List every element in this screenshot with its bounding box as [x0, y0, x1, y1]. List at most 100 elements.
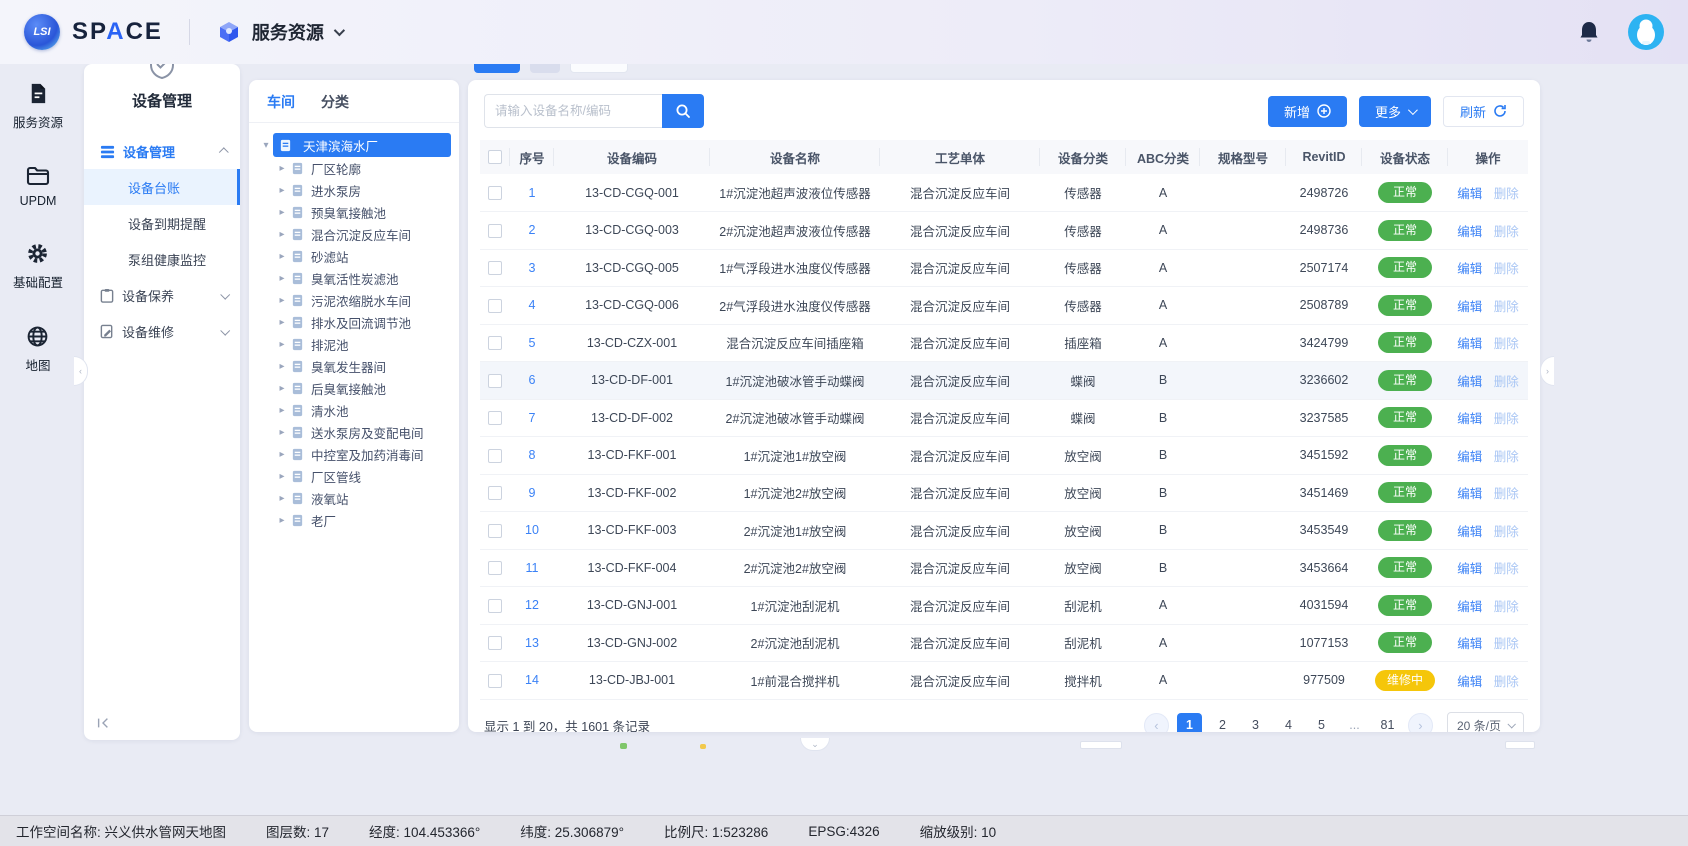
- row-number-link[interactable]: 9: [529, 486, 536, 500]
- delete-link[interactable]: 删除: [1494, 487, 1519, 501]
- delete-link[interactable]: 删除: [1494, 562, 1519, 576]
- delete-link[interactable]: 删除: [1494, 225, 1519, 239]
- table-row[interactable]: 12 13-CD-GNJ-001 1#沉淀池刮泥机 混合沉淀反应车间 刮泥机 A…: [480, 587, 1528, 625]
- table-row[interactable]: 3 13-CD-CGQ-005 1#气浮段进水浊度仪传感器 混合沉淀反应车间 传…: [480, 249, 1528, 287]
- tree-node[interactable]: ▸ 老厂: [259, 509, 451, 531]
- prev-page-button[interactable]: ‹: [1144, 713, 1169, 733]
- tree-node[interactable]: ▸ 混合沉淀反应车间: [259, 223, 451, 245]
- row-number-link[interactable]: 1: [529, 186, 536, 200]
- edit-link[interactable]: 编辑: [1457, 450, 1482, 464]
- page-button[interactable]: 4: [1276, 713, 1301, 733]
- tree-node[interactable]: ▸ 臭氧活性炭滤池: [259, 267, 451, 289]
- menu-group-device-maintenance[interactable]: 设备保养: [84, 277, 240, 313]
- rail-item-base-config[interactable]: 基础配置: [13, 242, 63, 291]
- edit-link[interactable]: 编辑: [1457, 637, 1482, 651]
- select-all-checkbox[interactable]: [488, 150, 502, 164]
- row-checkbox[interactable]: [488, 374, 502, 388]
- tree-node[interactable]: ▸ 中控室及加药消毒间: [259, 443, 451, 465]
- table-row[interactable]: 10 13-CD-FKF-003 2#沉淀池1#放空阀 混合沉淀反应车间 放空阀…: [480, 512, 1528, 550]
- table-row[interactable]: 6 13-CD-DF-001 1#沉淀池破冰管手动蝶阀 混合沉淀反应车间 蝶阀 …: [480, 362, 1528, 400]
- delete-link[interactable]: 删除: [1494, 337, 1519, 351]
- row-checkbox[interactable]: [488, 449, 502, 463]
- delete-link[interactable]: 删除: [1494, 450, 1519, 464]
- notification-bell-icon[interactable]: [1578, 20, 1600, 44]
- tab-workshop[interactable]: 车间: [267, 92, 295, 112]
- tree-node[interactable]: ▸ 排泥池: [259, 333, 451, 355]
- delete-link[interactable]: 删除: [1494, 375, 1519, 389]
- row-checkbox[interactable]: [488, 674, 502, 688]
- page-button[interactable]: 3: [1243, 713, 1268, 733]
- caret-collapsed-icon[interactable]: ▸: [275, 185, 289, 196]
- caret-collapsed-icon[interactable]: ▸: [275, 207, 289, 218]
- caret-collapsed-icon[interactable]: ▸: [275, 251, 289, 262]
- caret-collapsed-icon[interactable]: ▸: [275, 427, 289, 438]
- tree-node[interactable]: ▸ 厂区管线: [259, 465, 451, 487]
- tree-node[interactable]: ▸ 排水及回流调节池: [259, 311, 451, 333]
- search-input[interactable]: [484, 94, 662, 128]
- edit-link[interactable]: 编辑: [1457, 412, 1482, 426]
- menu-item-pump-health-monitor[interactable]: 泵组健康监控: [84, 241, 240, 277]
- row-checkbox[interactable]: [488, 186, 502, 200]
- delete-link[interactable]: 删除: [1494, 675, 1519, 689]
- row-checkbox[interactable]: [488, 524, 502, 538]
- caret-collapsed-icon[interactable]: ▸: [275, 383, 289, 394]
- edit-link[interactable]: 编辑: [1457, 262, 1482, 276]
- menu-group-device-management[interactable]: 设备管理: [84, 133, 240, 169]
- tree-node[interactable]: ▸ 砂滤站: [259, 245, 451, 267]
- menu-item-device-expiry-reminder[interactable]: 设备到期提醒: [84, 205, 240, 241]
- rail-item-service-resources[interactable]: 服务资源: [13, 82, 63, 131]
- caret-collapsed-icon[interactable]: ▸: [275, 317, 289, 328]
- caret-collapsed-icon[interactable]: ▸: [275, 361, 289, 372]
- tree-node[interactable]: ▸ 进水泵房: [259, 179, 451, 201]
- edit-link[interactable]: 编辑: [1457, 675, 1482, 689]
- edit-link[interactable]: 编辑: [1457, 225, 1482, 239]
- page-button[interactable]: 81: [1375, 713, 1400, 733]
- delete-link[interactable]: 删除: [1494, 187, 1519, 201]
- caret-collapsed-icon[interactable]: ▸: [275, 493, 289, 504]
- user-avatar[interactable]: [1628, 14, 1664, 50]
- row-checkbox[interactable]: [488, 224, 502, 238]
- tree-node[interactable]: ▸ 清水池: [259, 399, 451, 421]
- page-button[interactable]: 5: [1309, 713, 1334, 733]
- delete-link[interactable]: 删除: [1494, 600, 1519, 614]
- row-number-link[interactable]: 6: [529, 373, 536, 387]
- table-row[interactable]: 11 13-CD-FKF-004 2#沉淀池2#放空阀 混合沉淀反应车间 放空阀…: [480, 549, 1528, 587]
- app-switcher[interactable]: 服务资源: [216, 19, 342, 45]
- delete-link[interactable]: 删除: [1494, 262, 1519, 276]
- edit-link[interactable]: 编辑: [1457, 562, 1482, 576]
- tab-category[interactable]: 分类: [321, 92, 349, 112]
- tree-node[interactable]: ▸ 污泥浓缩脱水车间: [259, 289, 451, 311]
- tree-node[interactable]: ▸ 送水泵房及变配电间: [259, 421, 451, 443]
- edit-link[interactable]: 编辑: [1457, 600, 1482, 614]
- refresh-button[interactable]: 刷新: [1443, 96, 1524, 127]
- table-row[interactable]: 14 13-CD-JBJ-001 1#前混合搅拌机 混合沉淀反应车间 搅拌机 A…: [480, 662, 1528, 700]
- caret-collapsed-icon[interactable]: ▸: [275, 339, 289, 350]
- row-checkbox[interactable]: [488, 299, 502, 313]
- page-button[interactable]: 1: [1177, 713, 1202, 733]
- row-number-link[interactable]: 3: [529, 261, 536, 275]
- table-row[interactable]: 9 13-CD-FKF-002 1#沉淀池2#放空阀 混合沉淀反应车间 放空阀 …: [480, 474, 1528, 512]
- menu-group-device-repair[interactable]: 设备维修: [84, 313, 240, 349]
- tree-node[interactable]: ▸ 预臭氧接触池: [259, 201, 451, 223]
- tree-node[interactable]: ▸ 液氧站: [259, 487, 451, 509]
- row-checkbox[interactable]: [488, 261, 502, 275]
- more-button[interactable]: 更多: [1359, 96, 1431, 127]
- rail-item-updm[interactable]: UPDM: [20, 165, 57, 208]
- delete-link[interactable]: 删除: [1494, 525, 1519, 539]
- menu-item-device-ledger[interactable]: 设备台账: [84, 169, 240, 205]
- tree-node[interactable]: ▸ 后臭氧接触池: [259, 377, 451, 399]
- page-button[interactable]: ...: [1342, 713, 1367, 733]
- add-button[interactable]: 新增: [1268, 96, 1347, 127]
- caret-collapsed-icon[interactable]: ▸: [275, 515, 289, 526]
- delete-link[interactable]: 删除: [1494, 412, 1519, 426]
- caret-collapsed-icon[interactable]: ▸: [275, 449, 289, 460]
- caret-collapsed-icon[interactable]: ▸: [275, 295, 289, 306]
- row-number-link[interactable]: 11: [526, 561, 539, 575]
- table-row[interactable]: 5 13-CD-CZX-001 混合沉淀反应车间插座箱 混合沉淀反应车间 插座箱…: [480, 324, 1528, 362]
- row-number-link[interactable]: 2: [529, 223, 536, 237]
- edit-link[interactable]: 编辑: [1457, 337, 1482, 351]
- row-number-link[interactable]: 12: [525, 598, 539, 612]
- delete-link[interactable]: 删除: [1494, 300, 1519, 314]
- row-number-link[interactable]: 10: [525, 523, 539, 537]
- edit-link[interactable]: 编辑: [1457, 375, 1482, 389]
